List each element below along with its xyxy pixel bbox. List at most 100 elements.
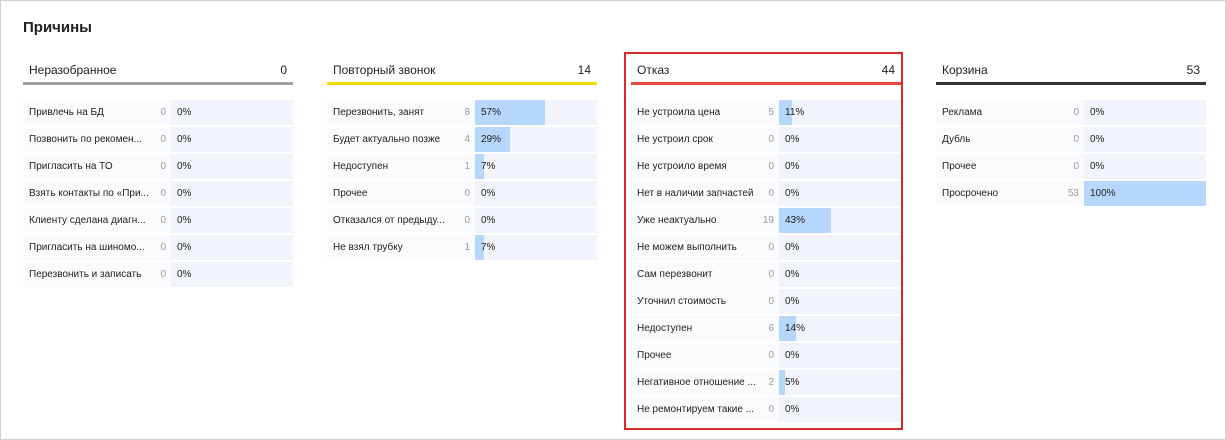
- reason-row[interactable]: Сам перезвонит 0 0%: [631, 262, 901, 287]
- reason-label: Отказался от предыду...: [327, 208, 458, 233]
- column-title: Корзина: [942, 62, 988, 77]
- column-total: 0: [280, 62, 287, 77]
- share-bar: 5%: [779, 370, 901, 395]
- reason-row[interactable]: Недоступен 6 14%: [631, 316, 901, 341]
- reason-row[interactable]: Пригласить на ТО 0 0%: [23, 154, 293, 179]
- reason-row[interactable]: Просрочено 53 100%: [936, 181, 1206, 206]
- reason-count: 2: [762, 370, 774, 395]
- reason-row[interactable]: Клиенту сделана диагн... 0 0%: [23, 208, 293, 233]
- reason-row[interactable]: Прочее 0 0%: [631, 343, 901, 368]
- reason-label: Перезвонить, занят: [327, 100, 458, 125]
- reason-row[interactable]: Не можем выполнить 0 0%: [631, 235, 901, 260]
- reason-label: Пригласить на шиномо...: [23, 235, 154, 260]
- share-bar: 7%: [475, 154, 597, 179]
- share-bar: 0%: [171, 235, 293, 260]
- page-title: Причины: [23, 19, 92, 36]
- share-percent: 0%: [1090, 134, 1105, 145]
- share-bar: 0%: [779, 181, 901, 206]
- share-percent: 57%: [481, 107, 502, 118]
- reason-row[interactable]: Не устроил срок 0 0%: [631, 127, 901, 152]
- reason-count: 0: [762, 343, 774, 368]
- reason-count: 0: [762, 127, 774, 152]
- reason-list: Перезвонить, занят 8 57% Будет актуально по…: [327, 100, 597, 260]
- reason-row[interactable]: Уже неактуально 19 43%: [631, 208, 901, 233]
- share-bar: 0%: [171, 127, 293, 152]
- share-bar: 0%: [171, 181, 293, 206]
- reason-count: 0: [1067, 154, 1079, 179]
- share-bar: 0%: [779, 154, 901, 179]
- reason-label: Не устроила цена: [631, 100, 762, 125]
- column-header[interactable]: Отказ 44: [631, 57, 901, 85]
- reason-count: 0: [458, 208, 470, 233]
- share-percent: 0%: [785, 296, 800, 307]
- column-total: 14: [577, 62, 591, 77]
- reason-row[interactable]: Реклама 0 0%: [936, 100, 1206, 125]
- reason-count: 0: [154, 262, 166, 287]
- share-bar: 0%: [779, 397, 901, 422]
- reasons-panel: Причины Неразобранное 0 Привлечь на БД 0 0…: [0, 0, 1226, 440]
- reason-label: Клиенту сделана диагн...: [23, 208, 154, 233]
- reason-count: 0: [154, 235, 166, 260]
- share-bar: 29%: [475, 127, 597, 152]
- reason-row[interactable]: Пригласить на шиномо... 0 0%: [23, 235, 293, 260]
- reason-list: Реклама 0 0% Дубль 0 0% Прочее 0 0% Просрочено 53 1…: [936, 100, 1206, 206]
- share-percent: 0%: [177, 107, 192, 118]
- reason-row[interactable]: Недоступен 1 7%: [327, 154, 597, 179]
- reason-row[interactable]: Перезвонить и записать 0 0%: [23, 262, 293, 287]
- reason-row[interactable]: Позвонить по рекомен... 0 0%: [23, 127, 293, 152]
- reason-label: Взять контакты по «При...: [23, 181, 154, 206]
- reason-count: 4: [458, 127, 470, 152]
- reason-row[interactable]: Привлечь на БД 0 0%: [23, 100, 293, 125]
- share-percent: 0%: [481, 215, 496, 226]
- reason-label: Уточнил стоимость: [631, 289, 762, 314]
- reason-row[interactable]: Не взял трубку 1 7%: [327, 235, 597, 260]
- reason-count: 0: [154, 127, 166, 152]
- reason-row[interactable]: Прочее 0 0%: [327, 181, 597, 206]
- column-header[interactable]: Неразобранное 0: [23, 57, 293, 85]
- reason-row[interactable]: Будет актуально позже 4 29%: [327, 127, 597, 152]
- reason-label: Перезвонить и записать: [23, 262, 154, 287]
- share-percent: 5%: [785, 377, 800, 388]
- reason-row[interactable]: Не устроило время 0 0%: [631, 154, 901, 179]
- reason-count: 0: [762, 154, 774, 179]
- reason-label: Не устроил срок: [631, 127, 762, 152]
- reason-count: 5: [762, 100, 774, 125]
- share-bar: 11%: [779, 100, 901, 125]
- reason-label: Негативное отношение ...: [631, 370, 762, 395]
- share-percent: 0%: [785, 188, 800, 199]
- share-percent: 0%: [177, 188, 192, 199]
- share-bar: 0%: [171, 154, 293, 179]
- reason-row[interactable]: Отказался от предыду... 0 0%: [327, 208, 597, 233]
- column-header[interactable]: Повторный звонок 14: [327, 57, 597, 85]
- share-percent: 0%: [785, 134, 800, 145]
- column-refusal: Отказ 44 Не устроила цена 5 11% Не устроил …: [631, 57, 901, 424]
- reason-row[interactable]: Не ремонтируем такие ... 0 0%: [631, 397, 901, 422]
- share-bar: 0%: [475, 181, 597, 206]
- reason-count: 0: [762, 181, 774, 206]
- reason-label: Не устроило время: [631, 154, 762, 179]
- reason-row[interactable]: Перезвонить, занят 8 57%: [327, 100, 597, 125]
- reason-row[interactable]: Уточнил стоимость 0 0%: [631, 289, 901, 314]
- reason-row[interactable]: Нет в наличии запчастей 0 0%: [631, 181, 901, 206]
- reason-row[interactable]: Взять контакты по «При... 0 0%: [23, 181, 293, 206]
- reason-count: 0: [1067, 127, 1079, 152]
- column-header[interactable]: Корзина 53: [936, 57, 1206, 85]
- share-percent: 0%: [481, 188, 496, 199]
- reason-count: 19: [762, 208, 774, 233]
- reason-label: Прочее: [631, 343, 762, 368]
- reason-row[interactable]: Негативное отношение ... 2 5%: [631, 370, 901, 395]
- column-title: Повторный звонок: [333, 62, 436, 77]
- reason-row[interactable]: Не устроила цена 5 11%: [631, 100, 901, 125]
- reason-label: Дубль: [936, 127, 1067, 152]
- share-bar: 0%: [171, 262, 293, 287]
- reason-count: 8: [458, 100, 470, 125]
- reason-row[interactable]: Прочее 0 0%: [936, 154, 1206, 179]
- reason-row[interactable]: Дубль 0 0%: [936, 127, 1206, 152]
- share-bar: 0%: [1084, 154, 1206, 179]
- reason-label: Сам перезвонит: [631, 262, 762, 287]
- share-bar: 14%: [779, 316, 901, 341]
- reason-count: 53: [1067, 181, 1079, 206]
- share-percent: 0%: [1090, 107, 1105, 118]
- share-percent: 0%: [785, 161, 800, 172]
- column-trash: Корзина 53 Реклама 0 0% Дубль 0 0% Прочее 0 0% Пр…: [936, 57, 1206, 208]
